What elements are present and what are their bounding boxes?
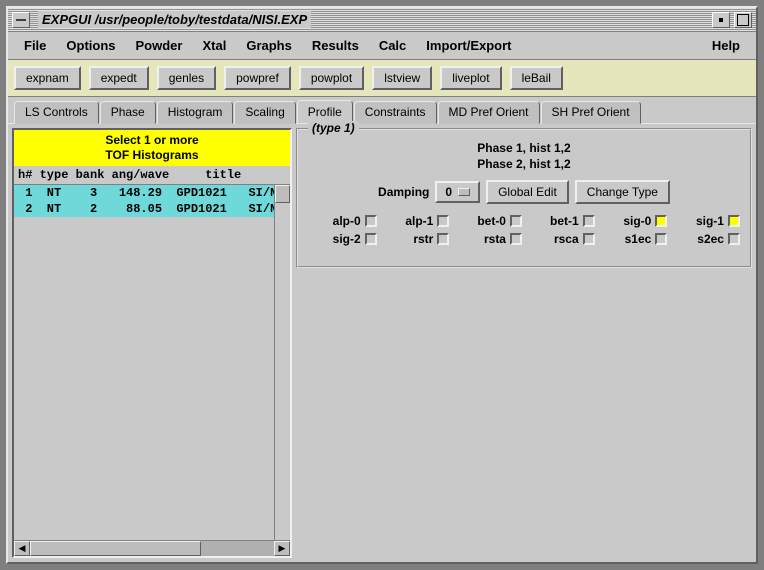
profile-panel: (type 1) Phase 1, hist 1,2 Phase 2, hist… (296, 128, 752, 558)
btn-powpref[interactable]: powpref (224, 66, 291, 90)
param-checkbox[interactable] (437, 215, 449, 227)
tab-profile[interactable]: Profile (297, 100, 353, 123)
app-window: EXPGUI /usr/people/toby/testdata/NISI.EX… (6, 6, 758, 564)
horizontal-scrollbar[interactable]: ◀ ▶ (14, 540, 290, 556)
titlebar: EXPGUI /usr/people/toby/testdata/NISI.EX… (8, 8, 756, 32)
param-checkbox[interactable] (510, 215, 522, 227)
param-alp-1: alp-1 (381, 214, 450, 228)
damping-row: Damping 0 Global Edit Change Type (308, 180, 740, 204)
menu-graphs[interactable]: Graphs (236, 35, 302, 56)
param-s2ec: s2ec (671, 232, 740, 246)
menu-calc[interactable]: Calc (369, 35, 416, 56)
param-sig-2: sig-2 (308, 232, 377, 246)
param-rsca: rsca (526, 232, 595, 246)
param-label: s1ec (625, 232, 652, 246)
tab-content: Select 1 or more TOF Histograms h# type … (8, 123, 756, 562)
menu-help[interactable]: Help (702, 35, 750, 56)
param-checkbox[interactable] (583, 215, 595, 227)
btn-genles[interactable]: genles (157, 66, 216, 90)
param-alp-0: alp-0 (308, 214, 377, 228)
btn-expnam[interactable]: expnam (14, 66, 81, 90)
option-handle-icon (458, 188, 470, 196)
button-bar: expnam expedt genles powpref powplot lst… (8, 60, 756, 97)
tab-constraints[interactable]: Constraints (354, 101, 437, 124)
param-checkbox[interactable] (728, 215, 740, 227)
param-bet-0: bet-0 (453, 214, 522, 228)
param-checkbox[interactable] (655, 215, 667, 227)
menu-powder[interactable]: Powder (126, 35, 193, 56)
histogram-header-line2: TOF Histograms (14, 148, 290, 163)
tab-scaling[interactable]: Scaling (234, 101, 295, 124)
phase-line1: Phase 1, hist 1,2 (308, 140, 740, 156)
param-checkbox[interactable] (510, 233, 522, 245)
menu-file[interactable]: File (14, 35, 56, 56)
param-label: alp-0 (333, 214, 361, 228)
scroll-left-icon[interactable]: ◀ (14, 541, 30, 556)
scroll-track[interactable] (30, 541, 274, 556)
param-label: rsca (554, 232, 579, 246)
window-menu-button[interactable] (12, 12, 30, 28)
profile-groupbox: (type 1) Phase 1, hist 1,2 Phase 2, hist… (296, 128, 752, 268)
param-label: rstr (413, 232, 433, 246)
menu-results[interactable]: Results (302, 35, 369, 56)
histogram-row[interactable]: 2 NT 2 88.05 GPD1021 SI/N (14, 201, 274, 217)
param-rsta: rsta (453, 232, 522, 246)
damping-selector[interactable]: 0 (435, 181, 480, 203)
btn-powplot[interactable]: powplot (299, 66, 364, 90)
scroll-thumb[interactable] (30, 541, 201, 556)
menubar: File Options Powder Xtal Graphs Results … (8, 32, 756, 60)
btn-liveplot[interactable]: liveplot (440, 66, 501, 90)
param-label: rsta (484, 232, 506, 246)
param-label: s2ec (697, 232, 724, 246)
damping-label: Damping (378, 185, 429, 199)
histogram-columns: h# type bank ang/wave title (14, 166, 290, 185)
maximize-button[interactable] (734, 12, 752, 28)
tab-histogram[interactable]: Histogram (157, 101, 234, 124)
param-checkbox[interactable] (365, 233, 377, 245)
menu-options[interactable]: Options (56, 35, 125, 56)
param-s1ec: s1ec (599, 232, 668, 246)
param-checkbox[interactable] (365, 215, 377, 227)
param-sig-0: sig-0 (599, 214, 668, 228)
param-checkbox[interactable] (655, 233, 667, 245)
param-checkbox[interactable] (437, 233, 449, 245)
param-checkbox[interactable] (728, 233, 740, 245)
groupbox-label: (type 1) (308, 121, 359, 135)
param-rstr: rstr (381, 232, 450, 246)
histogram-header: Select 1 or more TOF Histograms (14, 130, 290, 166)
tab-phase[interactable]: Phase (100, 101, 156, 124)
phase-info: Phase 1, hist 1,2 Phase 2, hist 1,2 (308, 140, 740, 172)
param-label: bet-1 (550, 214, 579, 228)
param-label: alp-1 (405, 214, 433, 228)
minimize-button[interactable] (712, 12, 730, 28)
tab-sh-pref-orient[interactable]: SH Pref Orient (541, 101, 641, 124)
param-bet-1: bet-1 (526, 214, 595, 228)
param-label: sig-0 (623, 214, 651, 228)
btn-expedt[interactable]: expedt (89, 66, 149, 90)
btn-lstview[interactable]: lstview (372, 66, 432, 90)
scroll-right-icon[interactable]: ▶ (274, 541, 290, 556)
tab-md-pref-orient[interactable]: MD Pref Orient (438, 101, 540, 124)
histogram-row[interactable]: 1 NT 3 148.29 GPD1021 SI/N (14, 185, 274, 201)
vertical-scrollbar[interactable] (274, 185, 290, 540)
damping-value: 0 (445, 185, 452, 199)
phase-line2: Phase 2, hist 1,2 (308, 156, 740, 172)
param-checkbox[interactable] (583, 233, 595, 245)
histogram-panel: Select 1 or more TOF Histograms h# type … (12, 128, 292, 558)
btn-lebail[interactable]: leBail (510, 66, 563, 90)
param-grid: alp-0 alp-1 bet-0 bet-1 sig-0 sig-1 sig-2 rstr r… (308, 214, 740, 246)
param-sig-1: sig-1 (671, 214, 740, 228)
global-edit-button[interactable]: Global Edit (486, 180, 569, 204)
histogram-header-line1: Select 1 or more (14, 133, 290, 148)
window-title: EXPGUI /usr/people/toby/testdata/NISI.EX… (38, 11, 311, 28)
menu-import-export[interactable]: Import/Export (416, 35, 521, 56)
tab-ls-controls[interactable]: LS Controls (14, 101, 99, 124)
menu-xtal[interactable]: Xtal (192, 35, 236, 56)
param-label: sig-1 (696, 214, 724, 228)
histogram-list[interactable]: 1 NT 3 148.29 GPD1021 SI/N 2 NT 2 88.05 … (14, 185, 274, 540)
tab-bar: LS Controls Phase Histogram Scaling Prof… (8, 97, 756, 123)
change-type-button[interactable]: Change Type (575, 180, 670, 204)
param-label: bet-0 (477, 214, 506, 228)
param-label: sig-2 (333, 232, 361, 246)
